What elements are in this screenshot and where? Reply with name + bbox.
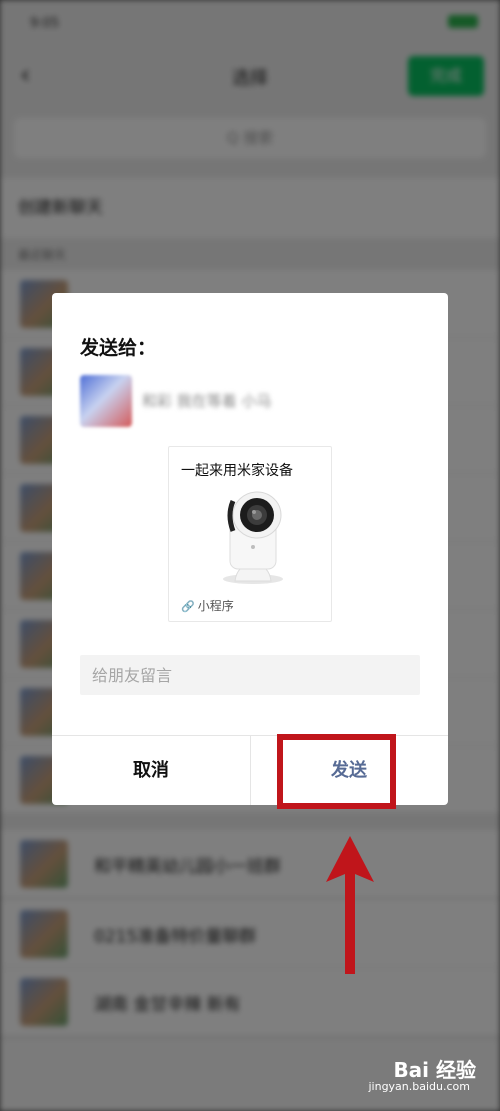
security-camera-image [223,491,283,584]
mini-program-label: 小程序 [197,599,234,613]
mini-program-link-icon: 🔗 [181,600,195,613]
up-arrow-annotation [326,836,374,974]
baidu-watermark: Bai 经验 [393,1058,476,1082]
recipient-avatar [80,375,132,427]
watermark-url: jingyan.baidu.com [368,1080,470,1093]
card-title: 一起来用米家设备 [181,463,293,479]
card-footer: 🔗 小程序 [181,597,234,614]
share-dialog: 发送给： 和彩 我在等着 小马 一起来用米家设备 🔗小程序 取消 发送 [52,293,448,805]
cancel-button[interactable]: 取消 [52,736,250,805]
recipient-name: 和彩 我在等着 小马 [142,392,272,410]
send-highlight-box [277,734,396,809]
message-input[interactable] [80,655,420,695]
dialog-title: 发送给： [80,337,157,359]
mini-program-card: 一起来用米家设备 🔗 小程序 [168,446,332,622]
